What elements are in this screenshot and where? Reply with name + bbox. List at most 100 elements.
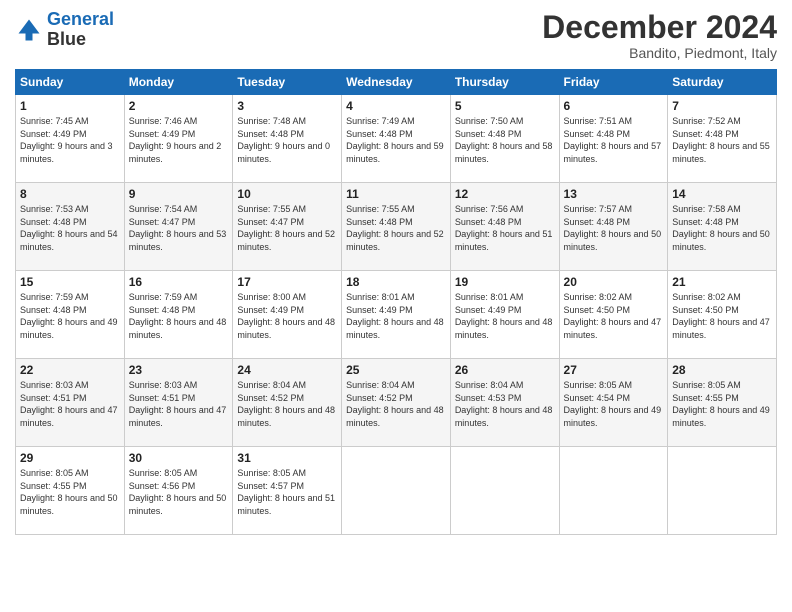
table-row: 11 Sunrise: 7:55 AMSunset: 4:48 PMDayligh… (342, 183, 451, 271)
table-row: 3 Sunrise: 7:48 AMSunset: 4:48 PMDaylight… (233, 95, 342, 183)
table-row: 13 Sunrise: 7:57 AMSunset: 4:48 PMDayligh… (559, 183, 668, 271)
day-info: Sunrise: 8:05 AMSunset: 4:54 PMDaylight:… (564, 379, 664, 429)
calendar-row: 29 Sunrise: 8:05 AMSunset: 4:55 PMDayligh… (16, 447, 777, 535)
table-row: 10Sunrise: 7:55 AMSunset: 4:47 PMDayligh… (233, 183, 342, 271)
table-row: 9Sunrise: 7:54 AMSunset: 4:47 PMDaylight… (124, 183, 233, 271)
day-number: 1 (20, 99, 120, 113)
table-row: 24 Sunrise: 8:04 AMSunset: 4:52 PMDayligh… (233, 359, 342, 447)
col-friday: Friday (559, 70, 668, 95)
day-info: Sunrise: 8:05 AMSunset: 4:57 PMDaylight:… (237, 467, 337, 517)
table-row: 31 Sunrise: 8:05 AMSunset: 4:57 PMDayligh… (233, 447, 342, 535)
day-info: Sunrise: 7:53 AMSunset: 4:48 PMDaylight:… (20, 203, 120, 253)
day-number: 8 (20, 187, 120, 201)
table-row: 23Sunrise: 8:03 AMSunset: 4:51 PMDayligh… (124, 359, 233, 447)
table-row (342, 447, 451, 535)
day-number: 25 (346, 363, 446, 377)
month-title: December 2024 (542, 10, 777, 45)
day-info: Sunrise: 8:03 AMSunset: 4:51 PMDaylight:… (129, 379, 229, 429)
table-row: 5 Sunrise: 7:50 AMSunset: 4:48 PMDaylight… (450, 95, 559, 183)
day-info: Sunrise: 8:00 AMSunset: 4:49 PMDaylight:… (237, 291, 337, 341)
table-row: 19Sunrise: 8:01 AMSunset: 4:49 PMDayligh… (450, 271, 559, 359)
day-number: 28 (672, 363, 772, 377)
day-info: Sunrise: 7:48 AMSunset: 4:48 PMDaylight:… (237, 115, 337, 165)
table-row: 15Sunrise: 7:59 AMSunset: 4:48 PMDayligh… (16, 271, 125, 359)
day-number: 12 (455, 187, 555, 201)
table-row: 6Sunrise: 7:51 AMSunset: 4:48 PMDaylight… (559, 95, 668, 183)
day-info: Sunrise: 7:52 AMSunset: 4:48 PMDaylight:… (672, 115, 772, 165)
table-row: 21 Sunrise: 8:02 AMSunset: 4:50 PMDayligh… (668, 271, 777, 359)
day-info: Sunrise: 7:59 AMSunset: 4:48 PMDaylight:… (129, 291, 229, 341)
table-row: 2Sunrise: 7:46 AMSunset: 4:49 PMDaylight… (124, 95, 233, 183)
day-number: 5 (455, 99, 555, 113)
table-row: 16 Sunrise: 7:59 AMSunset: 4:48 PMDayligh… (124, 271, 233, 359)
day-info: Sunrise: 7:51 AMSunset: 4:48 PMDaylight:… (564, 115, 664, 165)
col-thursday: Thursday (450, 70, 559, 95)
title-block: December 2024 Bandito, Piedmont, Italy (542, 10, 777, 61)
day-info: Sunrise: 7:59 AMSunset: 4:48 PMDaylight:… (20, 291, 120, 341)
logo-line2: Blue (47, 30, 114, 50)
day-number: 21 (672, 275, 772, 289)
table-row: 12Sunrise: 7:56 AMSunset: 4:48 PMDayligh… (450, 183, 559, 271)
table-row: 25 Sunrise: 8:04 AMSunset: 4:52 PMDayligh… (342, 359, 451, 447)
day-info: Sunrise: 7:58 AMSunset: 4:48 PMDaylight:… (672, 203, 772, 253)
day-number: 20 (564, 275, 664, 289)
day-info: Sunrise: 8:05 AMSunset: 4:55 PMDaylight:… (20, 467, 120, 517)
table-row: 27Sunrise: 8:05 AMSunset: 4:54 PMDayligh… (559, 359, 668, 447)
col-saturday: Saturday (668, 70, 777, 95)
day-info: Sunrise: 8:01 AMSunset: 4:49 PMDaylight:… (346, 291, 446, 341)
table-row (450, 447, 559, 535)
header: General Blue December 2024 Bandito, Pied… (15, 10, 777, 61)
day-info: Sunrise: 7:49 AMSunset: 4:48 PMDaylight:… (346, 115, 446, 165)
col-sunday: Sunday (16, 70, 125, 95)
calendar-row: 8 Sunrise: 7:53 AMSunset: 4:48 PMDaylight… (16, 183, 777, 271)
day-info: Sunrise: 8:02 AMSunset: 4:50 PMDaylight:… (672, 291, 772, 341)
day-number: 16 (129, 275, 229, 289)
day-number: 14 (672, 187, 772, 201)
col-wednesday: Wednesday (342, 70, 451, 95)
calendar-row: 22Sunrise: 8:03 AMSunset: 4:51 PMDayligh… (16, 359, 777, 447)
day-number: 17 (237, 275, 337, 289)
table-row: 29 Sunrise: 8:05 AMSunset: 4:55 PMDayligh… (16, 447, 125, 535)
day-number: 10 (237, 187, 337, 201)
day-number: 13 (564, 187, 664, 201)
day-number: 31 (237, 451, 337, 465)
logo-icon (15, 16, 43, 44)
table-row: 4 Sunrise: 7:49 AMSunset: 4:48 PMDaylight… (342, 95, 451, 183)
day-info: Sunrise: 8:01 AMSunset: 4:49 PMDaylight:… (455, 291, 555, 341)
day-number: 3 (237, 99, 337, 113)
day-info: Sunrise: 7:55 AMSunset: 4:48 PMDaylight:… (346, 203, 446, 253)
logo: General Blue (15, 10, 114, 50)
day-info: Sunrise: 7:46 AMSunset: 4:49 PMDaylight:… (129, 115, 229, 165)
table-row: 7Sunrise: 7:52 AMSunset: 4:48 PMDaylight… (668, 95, 777, 183)
logo-text: General Blue (47, 10, 114, 50)
day-info: Sunrise: 8:04 AMSunset: 4:52 PMDaylight:… (346, 379, 446, 429)
day-number: 24 (237, 363, 337, 377)
table-row: 20Sunrise: 8:02 AMSunset: 4:50 PMDayligh… (559, 271, 668, 359)
day-info: Sunrise: 8:04 AMSunset: 4:52 PMDaylight:… (237, 379, 337, 429)
day-info: Sunrise: 7:50 AMSunset: 4:48 PMDaylight:… (455, 115, 555, 165)
col-monday: Monday (124, 70, 233, 95)
day-number: 30 (129, 451, 229, 465)
day-number: 4 (346, 99, 446, 113)
table-row: 17 Sunrise: 8:00 AMSunset: 4:49 PMDayligh… (233, 271, 342, 359)
day-info: Sunrise: 8:05 AMSunset: 4:56 PMDaylight:… (129, 467, 229, 517)
table-row: 30 Sunrise: 8:05 AMSunset: 4:56 PMDayligh… (124, 447, 233, 535)
day-number: 11 (346, 187, 446, 201)
table-row: 26 Sunrise: 8:04 AMSunset: 4:53 PMDayligh… (450, 359, 559, 447)
table-row: 8 Sunrise: 7:53 AMSunset: 4:48 PMDaylight… (16, 183, 125, 271)
day-info: Sunrise: 8:04 AMSunset: 4:53 PMDaylight:… (455, 379, 555, 429)
table-row: 22Sunrise: 8:03 AMSunset: 4:51 PMDayligh… (16, 359, 125, 447)
calendar-header-row: Sunday Monday Tuesday Wednesday Thursday… (16, 70, 777, 95)
logo-line1: General (47, 9, 114, 29)
day-info: Sunrise: 7:45 AMSunset: 4:49 PMDaylight:… (20, 115, 120, 165)
table-row (559, 447, 668, 535)
day-number: 26 (455, 363, 555, 377)
table-row: 18Sunrise: 8:01 AMSunset: 4:49 PMDayligh… (342, 271, 451, 359)
day-info: Sunrise: 8:05 AMSunset: 4:55 PMDaylight:… (672, 379, 772, 429)
day-info: Sunrise: 8:03 AMSunset: 4:51 PMDaylight:… (20, 379, 120, 429)
table-row: 1 Sunrise: 7:45 AMSunset: 4:49 PMDaylight… (16, 95, 125, 183)
page-container: General Blue December 2024 Bandito, Pied… (0, 0, 792, 612)
day-info: Sunrise: 7:57 AMSunset: 4:48 PMDaylight:… (564, 203, 664, 253)
day-number: 9 (129, 187, 229, 201)
day-number: 29 (20, 451, 120, 465)
